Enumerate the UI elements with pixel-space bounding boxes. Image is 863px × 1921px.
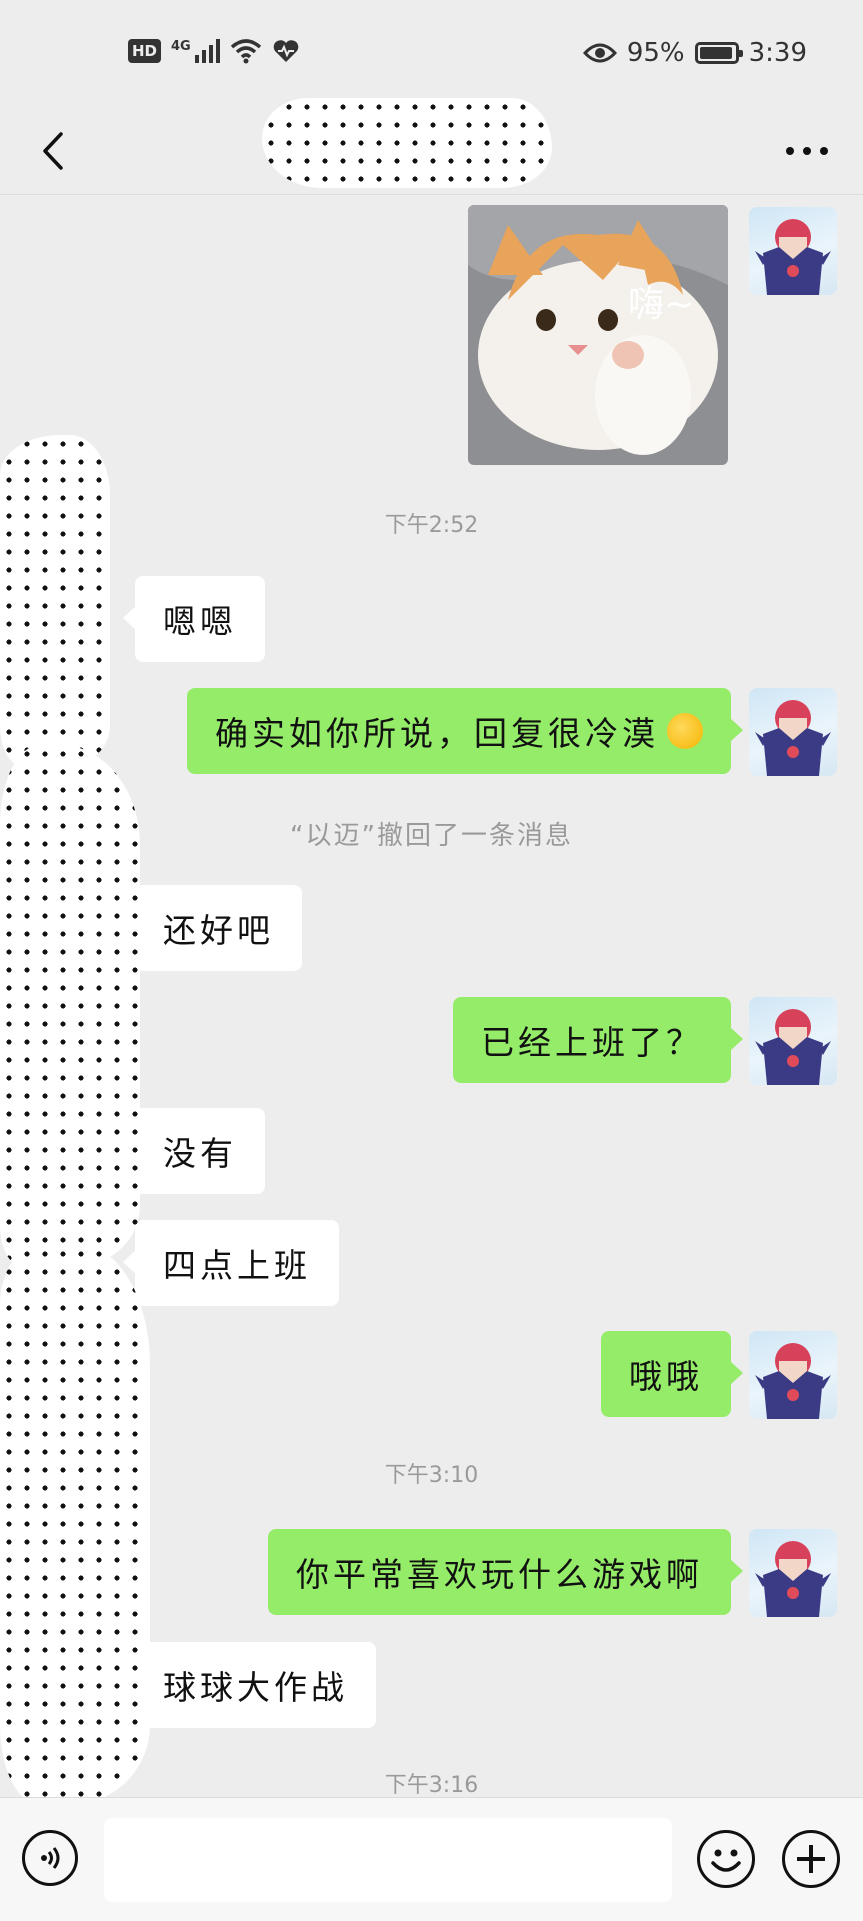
- timestamp: 下午2:52: [384, 513, 479, 538]
- chevron-left-icon: [43, 132, 63, 170]
- message-input[interactable]: [104, 1818, 672, 1902]
- message-text: 你平常喜欢玩什么游戏啊: [296, 1555, 703, 1594]
- redacted-contact-name: [262, 98, 552, 188]
- more-button[interactable]: [777, 124, 837, 178]
- avatar-picture: [755, 1343, 831, 1419]
- battery-icon: [694, 42, 743, 64]
- battery-percent: 95%: [626, 38, 685, 68]
- my-avatar[interactable]: [749, 1529, 837, 1617]
- status-right: 95% 3:39: [582, 38, 807, 68]
- avatar-picture: [755, 219, 831, 295]
- eye-icon: [582, 43, 617, 63]
- message-text: 还好吧: [163, 911, 274, 950]
- emoji-icon: [711, 1849, 741, 1872]
- message-text: 没有: [163, 1134, 237, 1173]
- message-text: 哦哦: [629, 1357, 703, 1396]
- message-text: 球球大作战: [163, 1668, 348, 1707]
- heart-icon: [273, 40, 299, 62]
- received-message-bubble[interactable]: 球球大作战: [123, 1642, 376, 1728]
- avatar-picture: [755, 1541, 831, 1617]
- clock-time: 3:39: [748, 38, 807, 68]
- redacted-contact-avatar: [0, 1245, 150, 1805]
- cat-sticker-picture: [468, 205, 728, 465]
- signal-icon: [194, 39, 220, 63]
- sent-message-bubble[interactable]: 确实如你所说，回复很冷漠: [187, 688, 743, 774]
- message-text: 已经上班了？: [481, 1023, 703, 1062]
- sticker-caption: 嗨~: [628, 284, 695, 325]
- hd-icon: HD: [128, 39, 162, 63]
- recall-sender-name[interactable]: “以迈”: [290, 821, 377, 851]
- recall-notice-text: 撤回了一条消息: [376, 821, 573, 851]
- received-message-bubble[interactable]: 还好吧: [123, 885, 302, 971]
- my-avatar[interactable]: [749, 207, 837, 295]
- message-list[interactable]: 嗨~ 下午2:52 嗯嗯 确实如你所说，回复很冷漠 “以迈”撤回了一条消息 还好…: [0, 195, 863, 1805]
- my-avatar[interactable]: [749, 688, 837, 776]
- received-message-bubble[interactable]: 嗯嗯: [123, 576, 265, 662]
- input-bar: [0, 1797, 863, 1921]
- sticker-image[interactable]: 嗨~: [468, 205, 728, 465]
- voice-button[interactable]: [22, 1830, 78, 1886]
- status-bar: HD 4G 95% 3:39: [0, 0, 863, 108]
- network-type-label: 4G: [171, 38, 191, 54]
- avatar-picture: [755, 1009, 831, 1085]
- sent-message-bubble[interactable]: 你平常喜欢玩什么游戏啊: [268, 1529, 743, 1615]
- redacted-contact-avatar: [0, 745, 140, 1265]
- sent-message-bubble[interactable]: 哦哦: [601, 1331, 743, 1417]
- back-button[interactable]: [26, 124, 80, 178]
- avatar-picture: [755, 700, 831, 776]
- received-message-bubble[interactable]: 四点上班: [123, 1220, 339, 1306]
- message-text: 确实如你所说，回复很冷漠: [215, 714, 659, 753]
- received-message-bubble[interactable]: 没有: [123, 1108, 265, 1194]
- my-avatar[interactable]: [749, 997, 837, 1085]
- emoji-button[interactable]: [697, 1830, 755, 1888]
- battery-fill: [699, 47, 732, 59]
- my-avatar[interactable]: [749, 1331, 837, 1419]
- redacted-contact-avatar: [0, 435, 110, 765]
- plus-icon[interactable]: [782, 1830, 840, 1888]
- sent-message-bubble[interactable]: 已经上班了？: [453, 997, 743, 1083]
- wifi-icon: [230, 39, 261, 64]
- laughing-emoji-icon: [667, 713, 703, 749]
- message-text: 嗯嗯: [163, 602, 237, 641]
- more-icon: [786, 147, 828, 155]
- message-text: 四点上班: [163, 1246, 311, 1285]
- voice-icon: [41, 1847, 60, 1869]
- status-left: HD 4G: [128, 38, 300, 64]
